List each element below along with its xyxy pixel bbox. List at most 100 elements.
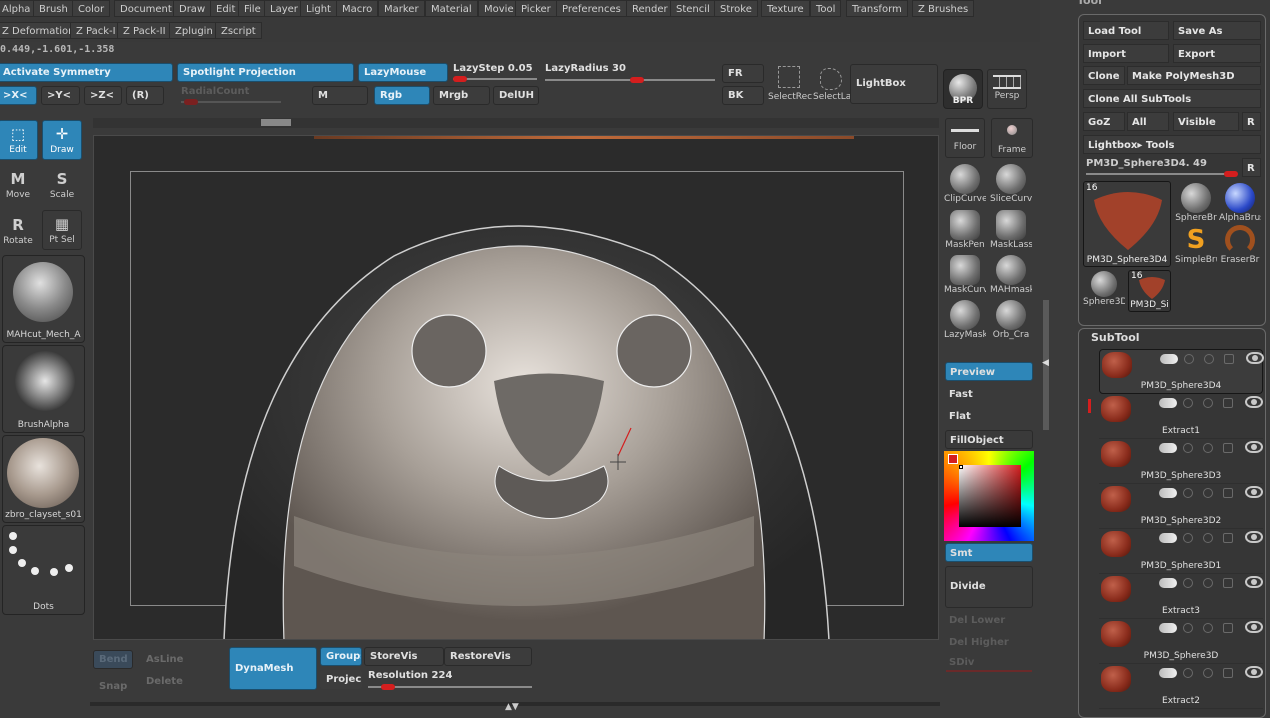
- masklasso-brush[interactable]: MaskLass: [990, 210, 1032, 250]
- deluh-button[interactable]: DelUH: [493, 86, 539, 105]
- bk-button[interactable]: BK: [722, 86, 764, 105]
- rotate-button[interactable]: R Rotate: [0, 212, 38, 252]
- menu-texture[interactable]: Texture: [761, 0, 810, 17]
- make-polymesh-button[interactable]: Make PolyMesh3D: [1127, 66, 1261, 85]
- menu-draw[interactable]: Draw: [173, 0, 212, 17]
- subtool-item[interactable]: PM3D_Sphere3D4: [1099, 349, 1264, 394]
- tool-thumb-sphere3d[interactable]: Sphere3D: [1083, 271, 1125, 307]
- subtool-toggle[interactable]: [1159, 623, 1177, 633]
- goz-all-button[interactable]: All: [1127, 112, 1169, 131]
- storevis-button[interactable]: StoreVis: [364, 647, 444, 666]
- 3d-model-viewport[interactable]: [94, 136, 939, 640]
- floor-button[interactable]: Floor: [945, 118, 985, 158]
- menu-z-deformation[interactable]: Z Deformation: [0, 22, 81, 39]
- radial-symmetry-button[interactable]: (R): [126, 86, 164, 105]
- orb-crack-brush[interactable]: Orb_Cra: [990, 300, 1032, 340]
- brush-stroke-icon[interactable]: [1223, 488, 1233, 498]
- current-tool-knob[interactable]: [1224, 171, 1238, 177]
- slicecurve-brush[interactable]: SliceCurv: [990, 164, 1032, 204]
- visibility-eye-icon[interactable]: [1245, 621, 1263, 633]
- polypaint-icon[interactable]: [1203, 668, 1213, 678]
- smt-button[interactable]: Smt: [945, 543, 1033, 562]
- spotlight-projection-button[interactable]: Spotlight Projection: [177, 63, 354, 82]
- subtool-item[interactable]: PM3D_Sphere3D1: [1099, 529, 1263, 574]
- radialcount-knob[interactable]: [184, 99, 198, 105]
- visibility-eye-icon[interactable]: [1246, 352, 1264, 364]
- solo-icon[interactable]: [1183, 398, 1193, 408]
- solo-icon[interactable]: [1183, 623, 1193, 633]
- subtool-item[interactable]: Extract1: [1099, 394, 1263, 439]
- menu-macro[interactable]: Macro: [336, 0, 379, 17]
- menu-movie[interactable]: Movie: [478, 0, 520, 17]
- menu-tool[interactable]: Tool: [810, 0, 842, 17]
- polypaint-icon[interactable]: [1203, 443, 1213, 453]
- tool-thumb-spherebrush[interactable]: SphereBr: [1175, 183, 1217, 223]
- canvas-scroll-thumb[interactable]: [261, 119, 291, 126]
- mrgb-button[interactable]: Mrgb: [433, 86, 490, 105]
- subtool-item[interactable]: PM3D_Sphere3D3: [1099, 439, 1263, 484]
- delete-button[interactable]: Delete: [140, 672, 190, 691]
- expand-collapse-arrows-icon[interactable]: ▲▼: [505, 702, 519, 712]
- polypaint-icon[interactable]: [1203, 398, 1213, 408]
- goz-visible-button[interactable]: Visible: [1173, 112, 1239, 131]
- subtool-item[interactable]: Extract3: [1099, 574, 1263, 619]
- subtool-toggle[interactable]: [1159, 533, 1177, 543]
- lazymask-brush[interactable]: LazyMask: [944, 300, 986, 340]
- visibility-eye-icon[interactable]: [1245, 441, 1263, 453]
- groups-button[interactable]: Groups: [320, 647, 362, 666]
- visibility-eye-icon[interactable]: [1245, 486, 1263, 498]
- subtool-item[interactable]: PM3D_Sphere3D2: [1099, 484, 1263, 529]
- document-canvas[interactable]: [93, 135, 939, 640]
- divide-button[interactable]: Divide: [945, 566, 1033, 608]
- rgb-button[interactable]: Rgb: [374, 86, 430, 105]
- preview-button[interactable]: Preview: [945, 362, 1033, 381]
- menu-material[interactable]: Material: [425, 0, 478, 17]
- visibility-eye-icon[interactable]: [1245, 666, 1263, 678]
- brush-stroke-icon[interactable]: [1223, 578, 1233, 588]
- subtool-toggle[interactable]: [1159, 578, 1177, 588]
- polypaint-icon[interactable]: [1203, 533, 1213, 543]
- scale-button[interactable]: S Scale: [42, 166, 82, 206]
- mahmask-brush[interactable]: MAHmask: [990, 255, 1032, 295]
- menu-zscript[interactable]: Zscript: [215, 22, 262, 39]
- subtool-toggle[interactable]: [1160, 354, 1178, 364]
- stroke-selector[interactable]: Dots: [2, 525, 85, 615]
- activate-symmetry-button[interactable]: Activate Symmetry: [0, 63, 173, 82]
- clone-all-subtools-button[interactable]: Clone All SubTools: [1083, 89, 1261, 108]
- menu-zplugin[interactable]: Zplugin: [169, 22, 219, 39]
- main-tool-thumb[interactable]: 16 PM3D_Sphere3D4: [1083, 181, 1171, 267]
- bpr-button[interactable]: BPR: [943, 69, 983, 109]
- y-symmetry-button[interactable]: >Y<: [41, 86, 80, 105]
- main-color-swatch[interactable]: [948, 454, 958, 464]
- clipcurve-brush[interactable]: ClipCurve: [944, 164, 986, 204]
- menu-marker[interactable]: Marker: [378, 0, 425, 17]
- x-symmetry-button[interactable]: >X<: [0, 86, 37, 105]
- draw-button[interactable]: ✛ Draw: [42, 120, 82, 160]
- del-higher-button[interactable]: Del Higher: [945, 633, 1033, 652]
- solo-icon[interactable]: [1183, 488, 1193, 498]
- polypaint-icon[interactable]: [1203, 578, 1213, 588]
- color-picker-handle[interactable]: [959, 465, 963, 469]
- menu-brush[interactable]: Brush: [33, 0, 74, 17]
- menu-z-pack-2[interactable]: Z Pack-II: [117, 22, 172, 39]
- menu-stroke[interactable]: Stroke: [714, 0, 758, 17]
- menu-transform[interactable]: Transform: [846, 0, 908, 17]
- clone-button[interactable]: Clone: [1083, 66, 1125, 85]
- move-button[interactable]: M Move: [0, 166, 38, 206]
- visibility-eye-icon[interactable]: [1245, 531, 1263, 543]
- edit-button[interactable]: ⬚ Edit: [0, 120, 38, 160]
- lightbox-tools-button[interactable]: Lightbox▸ Tools: [1083, 135, 1261, 154]
- menu-preferences[interactable]: Preferences: [556, 0, 627, 17]
- color-picker[interactable]: [944, 451, 1034, 541]
- fillobject-button[interactable]: FillObject: [945, 430, 1033, 449]
- solo-icon[interactable]: [1183, 533, 1193, 543]
- brush-stroke-icon[interactable]: [1223, 668, 1233, 678]
- pt-sel-button[interactable]: ▦ Pt Sel: [42, 210, 82, 250]
- bend-button[interactable]: Bend: [93, 650, 133, 669]
- tool-thumb-eraserbrush[interactable]: EraserBr: [1219, 225, 1261, 265]
- canvas-scroll-bar[interactable]: [93, 118, 939, 128]
- solo-icon[interactable]: [1184, 354, 1194, 364]
- solo-icon[interactable]: [1183, 578, 1193, 588]
- dynamesh-button[interactable]: DynaMesh: [229, 647, 317, 690]
- menu-layer[interactable]: Layer: [264, 0, 304, 17]
